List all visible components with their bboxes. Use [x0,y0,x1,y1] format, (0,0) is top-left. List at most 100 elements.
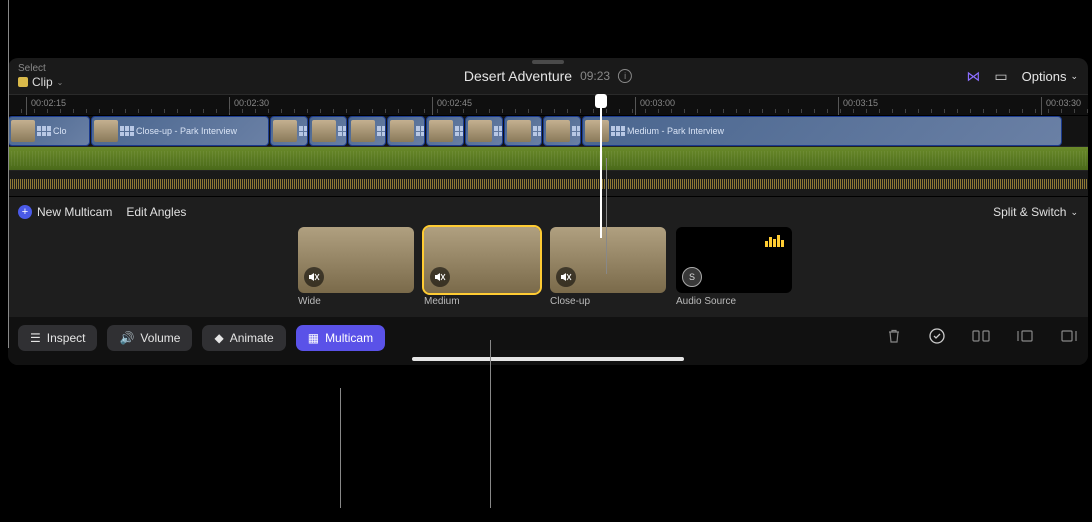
clip-thumbnail [312,120,336,142]
volume-button[interactable]: 🔊 Volume [107,325,192,351]
timeline-clip[interactable]: W [426,116,464,146]
angle-wide[interactable]: Wide [298,227,414,307]
timeline-clip[interactable]: Clo [8,116,90,146]
display-icon[interactable]: ▭ [994,68,1007,85]
animate-button[interactable]: ◆ Animate [202,325,285,351]
multicam-badge-icon [416,126,425,136]
multicam-label: Multicam [325,331,373,345]
timeline-scrollbar[interactable] [412,357,684,361]
inspect-label: Inspect [47,331,86,345]
multicam-badge-icon [120,126,134,136]
multicam-badge-icon [572,126,581,136]
angle-label: Audio Source [676,296,792,307]
snap-icon[interactable]: ⋈ [966,68,980,85]
angle-medium[interactable]: Medium [424,227,540,307]
multicam-panel: + New Multicam Edit Angles Split & Switc… [8,196,1088,317]
clip-thumbnail [546,120,570,142]
ruler-tick: 00:03:15 [838,97,878,116]
ruler-tick: 00:03:00 [635,97,675,116]
project-title: Desert Adventure [464,68,572,84]
clip-label: Close-up - Park Interview [136,126,237,136]
clip-thumbnail [94,120,118,142]
playhead[interactable] [600,108,602,238]
video-track[interactable]: CloClose-up - Park InterviewWWWWWClWWMed… [8,116,1088,146]
playhead-knob[interactable] [595,94,607,108]
split-switch-label: Split & Switch [993,205,1066,219]
equalizer-icon [765,235,784,247]
split-clip-icon[interactable] [972,328,990,348]
multicam-badge-icon [338,126,347,136]
timeline-clip[interactable]: W [387,116,425,146]
clip-label: Clo [53,126,67,136]
edit-angles-button[interactable]: Edit Angles [126,205,186,219]
timeline-clip[interactable]: W [543,116,581,146]
multicam-badge-icon [533,126,542,136]
annotation-line [340,388,341,508]
multicam-badge-icon [494,126,503,136]
chevron-down-icon: ⌄ [1070,207,1078,218]
clip-thumbnail [585,120,609,142]
clip-color-swatch [18,77,28,87]
ruler-tick: 00:03:30 [1041,97,1081,116]
trim-end-icon[interactable] [1060,328,1078,348]
inspect-button[interactable]: ☰ Inspect [18,325,97,351]
annotation-line [8,0,9,348]
new-multicam-label: New Multicam [37,205,112,219]
speaker-icon: 🔊 [119,331,134,345]
clip-thumbnail [351,120,375,142]
new-multicam-button[interactable]: + New Multicam [18,205,112,219]
keyframe-icon: ◆ [214,331,223,345]
angle-closeup[interactable]: Close-up [550,227,666,307]
source-badge-icon: S [682,267,702,287]
chevron-down-icon: ⌄ [57,78,64,87]
bottom-toolbar: ☰ Inspect 🔊 Volume ◆ Animate ▦ Multicam [8,317,1088,365]
plus-icon: + [18,205,32,219]
annotation-line [490,340,491,508]
split-switch-menu[interactable]: Split & Switch ⌄ [993,205,1078,219]
mute-icon [430,267,450,287]
mute-icon [304,267,324,287]
timeline-clip[interactable]: W [348,116,386,146]
multicam-button[interactable]: ▦ Multicam [296,325,385,351]
options-menu[interactable]: Options ⌄ [1022,69,1078,84]
timeline-clip[interactable]: Cl [465,116,503,146]
timeline-clip[interactable]: W [270,116,308,146]
timeline-ruler[interactable]: 00:02:15 00:02:30 00:02:45 00:03:00 00:0… [8,94,1088,116]
clip-thumbnail [507,120,531,142]
angle-label: Medium [424,296,540,307]
clip-thumbnail [390,120,414,142]
timeline-clip[interactable]: Medium - Park Interview [582,116,1062,146]
options-label: Options [1022,69,1067,84]
trash-icon[interactable] [886,328,902,348]
approve-icon[interactable] [928,327,946,349]
multicam-icon: ▦ [308,331,319,345]
timeline-clip[interactable]: W [309,116,347,146]
trim-start-icon[interactable] [1016,328,1034,348]
select-mode-dropdown[interactable]: Clip ⌄ [18,75,63,89]
ruler-tick: 00:02:15 [26,97,66,116]
audio-track-1[interactable] [8,146,1088,170]
timeline-clip[interactable]: Close-up - Park Interview [91,116,269,146]
annotation-line [606,158,607,274]
mute-icon [556,267,576,287]
timeline-tracks: CloClose-up - Park InterviewWWWWWClWWMed… [8,116,1088,196]
timeline-clip[interactable]: W [504,116,542,146]
angle-audio-source[interactable]: S Audio Source [676,227,792,307]
ruler-tick: 00:02:30 [229,97,269,116]
sliders-icon: ☰ [30,331,41,345]
editor-header: Select Clip ⌄ Desert Adventure 09:23 i ⋈… [8,58,1088,94]
multicam-badge-icon [455,126,464,136]
multicam-badge-icon [377,126,386,136]
select-mode-label: Select [18,63,63,74]
info-icon[interactable]: i [618,69,632,83]
multicam-badge-icon [37,126,51,136]
ruler-tick: 00:02:45 [432,97,472,116]
multicam-badge-icon [611,126,625,136]
clip-thumbnail [273,120,297,142]
project-duration: 09:23 [580,69,610,83]
audio-track-2[interactable] [8,170,1088,196]
clip-thumbnail [468,120,492,142]
clip-thumbnail [11,120,35,142]
volume-label: Volume [140,331,180,345]
multicam-badge-icon [299,126,308,136]
